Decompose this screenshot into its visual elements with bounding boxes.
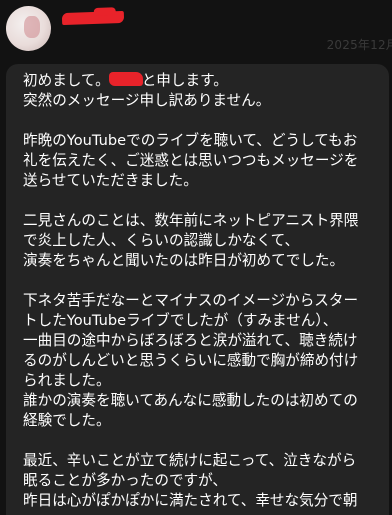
message-line: 昨晩のYouTubeでのライブを聴いて、どうしてもお xyxy=(23,132,358,149)
message-line: 初めまして。 と申します。 xyxy=(23,71,379,91)
message-line: 二見さんのことは、数年前にネットピアニスト界隈 xyxy=(23,212,359,229)
message-line: 下ネタ苦手だなーとマイナスのイメージからスター xyxy=(23,292,359,309)
message-line: で炎上した人、くらいの認識しかなくて、 xyxy=(23,232,300,249)
message-line: 送らせていただきました。 xyxy=(23,172,198,189)
message-line: トしたYouTubeライブでしたが（すみません）、 xyxy=(23,312,338,329)
message-line: 演奏をちゃんと聞いたのは昨日が初めてでした。 xyxy=(23,252,345,269)
redacted-sender-name xyxy=(61,10,125,26)
message-line: 一曲目の途中からぼろぼろと涙が溢れて、聴き続け xyxy=(23,332,358,349)
message-text: 初めまして。 xyxy=(23,72,110,89)
avatar[interactable] xyxy=(6,6,51,51)
message-line: るのがしんどいと思うくらいに感動で胸が締め付け xyxy=(23,352,359,369)
message-screen: 2025年12月 初めまして。 と申します。 突然のメッセージ申し訳ありません。 … xyxy=(0,0,392,515)
message-line: られました。 xyxy=(23,372,111,389)
message-line: 礼を伝えたく、ご迷惑とは思いつつもメッセージを xyxy=(23,152,359,169)
message-line: 昨日は心がぽかぽかに満たされて、幸せな気分で朝 xyxy=(23,492,358,509)
redacted-name xyxy=(108,72,143,86)
message-timestamp: 2025年12月 xyxy=(326,38,392,52)
message-header: 2025年12月 xyxy=(0,0,392,60)
message-line: 眠ることが多かったのですが、 xyxy=(23,472,228,489)
message-text: と申します。 xyxy=(141,72,228,89)
message-line: 誰かの演奏を聴いてあんなに感動したのは初めての xyxy=(23,392,358,409)
message-line: 突然のメッセージ申し訳ありません。 xyxy=(23,92,271,109)
message-line: 最近、辛いことが立て続けに起こって、泣きながら xyxy=(23,452,357,469)
message-line: 経験でした。 xyxy=(23,412,111,429)
message-bubble[interactable]: 初めまして。 と申します。 突然のメッセージ申し訳ありません。 昨晩のYouTub… xyxy=(6,64,389,515)
